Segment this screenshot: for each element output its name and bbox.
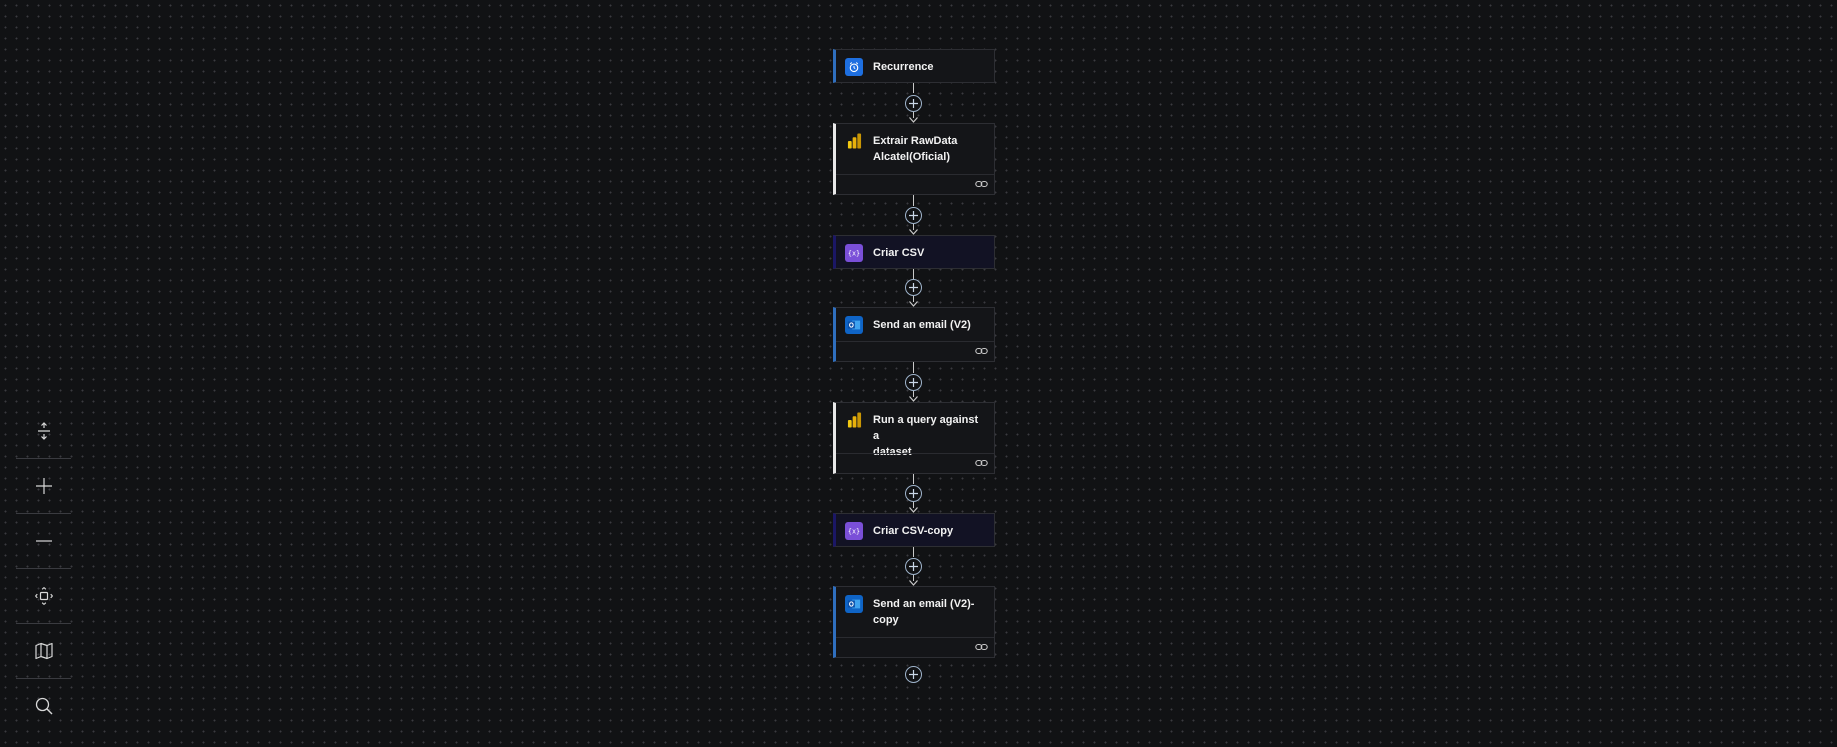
step-card-extrair-rawdata[interactable]: Extrair RawData Alcatel(Oficial) — [833, 123, 995, 195]
step-title-line: Extrair RawData — [873, 135, 958, 147]
zoom-in-button[interactable] — [16, 459, 71, 514]
zoom-out-button[interactable] — [16, 514, 71, 569]
link-icon[interactable] — [975, 179, 988, 189]
step-title: Extrair RawData Alcatel(Oficial) — [873, 132, 957, 165]
link-icon[interactable] — [975, 346, 988, 356]
fit-view-icon — [34, 587, 53, 605]
link-icon[interactable] — [975, 458, 988, 468]
card-footer — [836, 453, 994, 473]
card-footer — [836, 174, 994, 194]
step-title: Send an email (V2) — [873, 319, 971, 331]
add-step-button[interactable] — [905, 558, 922, 575]
step-title-line: Run a query against a — [873, 414, 979, 442]
minimap-icon — [34, 642, 53, 660]
outlook-icon — [845, 595, 863, 613]
step-title-line: Alcatel(Oficial) — [873, 151, 951, 163]
step-title: Send an email (V2)- copy — [873, 595, 974, 628]
step-card-send-email[interactable]: Send an email (V2) — [833, 307, 995, 362]
step-card-send-email-copy[interactable]: Send an email (V2)- copy — [833, 586, 995, 658]
step-title: Criar CSV — [873, 247, 925, 259]
step-title-line: copy — [873, 614, 899, 626]
canvas-toolbar — [16, 404, 71, 733]
flow-canvas[interactable]: Recurrence Extrair RawData Alcatel(Ofici… — [0, 0, 1837, 747]
add-step-button[interactable] — [905, 485, 922, 502]
svg-text:{x}: {x} — [848, 528, 860, 536]
search-icon — [35, 697, 52, 715]
link-icon[interactable] — [975, 642, 988, 652]
search-button[interactable] — [16, 679, 71, 733]
data-operation-icon: {x} — [845, 522, 863, 540]
card-footer — [836, 637, 994, 657]
fit-height-button[interactable] — [16, 404, 71, 459]
step-card-recurrence[interactable]: Recurrence — [833, 49, 995, 83]
add-step-button[interactable] — [905, 95, 922, 112]
add-step-button[interactable] — [905, 374, 922, 391]
outlook-icon — [845, 316, 863, 334]
step-card-criar-csv[interactable]: {x} Criar CSV — [833, 235, 995, 269]
add-step-button[interactable] — [905, 207, 922, 224]
step-card-run-query[interactable]: Run a query against a dataset — [833, 402, 995, 474]
minimap-button[interactable] — [16, 624, 71, 679]
add-step-button[interactable] — [905, 666, 922, 683]
alarm-clock-icon — [845, 58, 863, 76]
step-title-line: Send an email (V2)- — [873, 598, 975, 610]
fit-view-button[interactable] — [16, 569, 71, 624]
step-title: Recurrence — [873, 61, 934, 73]
data-operation-icon: {x} — [845, 244, 863, 262]
card-footer — [836, 341, 994, 361]
power-bi-icon — [845, 132, 863, 150]
svg-text:{x}: {x} — [848, 250, 860, 258]
step-title: Criar CSV-copy — [873, 525, 954, 537]
zoom-out-icon — [35, 540, 52, 542]
zoom-in-icon — [35, 478, 52, 494]
step-card-criar-csv-copy[interactable]: {x} Criar CSV-copy — [833, 513, 995, 547]
power-bi-icon — [845, 411, 863, 429]
fit-height-icon — [37, 422, 50, 440]
add-step-button[interactable] — [905, 279, 922, 296]
